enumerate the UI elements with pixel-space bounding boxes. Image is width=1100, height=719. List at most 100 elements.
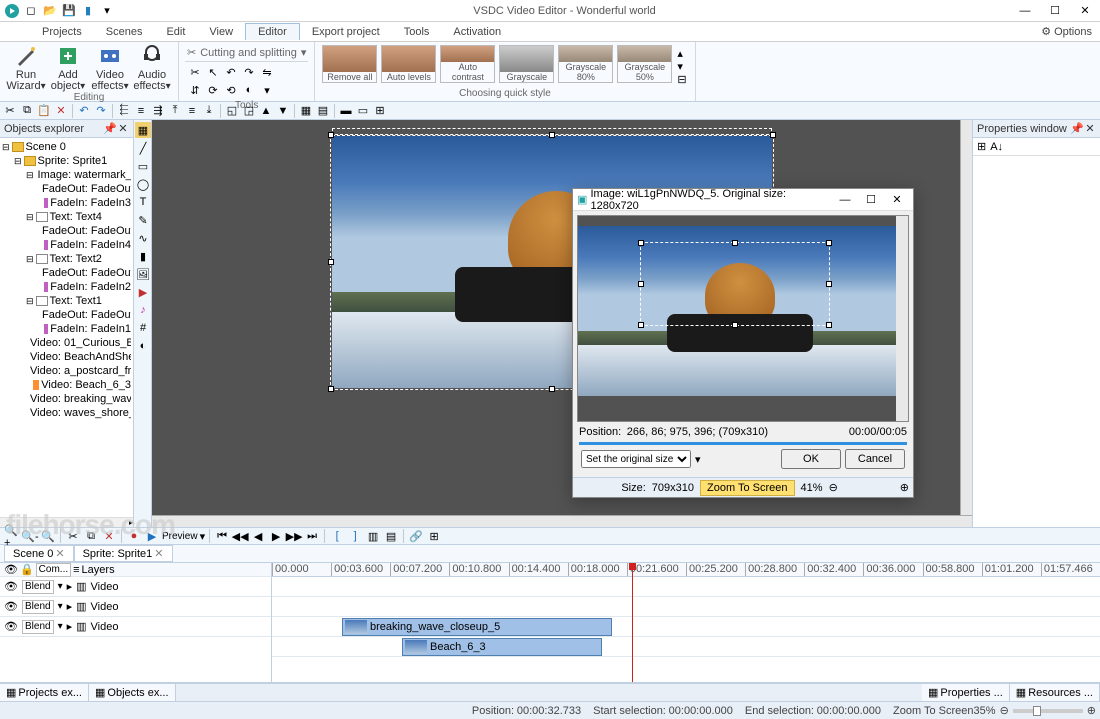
- style-expand-icon[interactable]: ⊟: [677, 73, 686, 86]
- tab-editor[interactable]: Editor: [245, 23, 300, 40]
- tab-scenes[interactable]: Scenes: [94, 24, 155, 40]
- panel-close-icon[interactable]: ✕: [117, 122, 129, 135]
- dialog-zoom-to-screen[interactable]: Zoom To Screen: [700, 480, 795, 496]
- dialog-size-dropdown-icon[interactable]: ▾: [695, 453, 701, 466]
- tl-rec-icon[interactable]: ●: [126, 529, 142, 543]
- ok-button[interactable]: OK: [781, 449, 841, 469]
- style-grayscale-80[interactable]: Grayscale 80%: [558, 45, 613, 83]
- tree-node[interactable]: FadeIn: FadeIn4: [2, 238, 131, 252]
- cancel-button[interactable]: Cancel: [845, 449, 905, 469]
- vt-pen-icon[interactable]: ✎: [135, 212, 151, 228]
- vt-video-icon[interactable]: ▶: [135, 284, 151, 300]
- tab-close-icon[interactable]: ✕: [55, 547, 64, 560]
- dialog-zoom-in-icon[interactable]: ⊕: [900, 481, 909, 494]
- track-row[interactable]: [272, 597, 1100, 617]
- track-header-row[interactable]: 👁Blend▾▸▥Video: [0, 577, 271, 597]
- panel-close-icon[interactable]: ✕: [1084, 122, 1096, 135]
- tree-node[interactable]: ⊟Image: watermark_1: [2, 168, 131, 182]
- zoom-slider[interactable]: [1013, 709, 1083, 713]
- bottom-tab-properties[interactable]: ▦Properties ...: [922, 684, 1010, 701]
- run-wizard-button[interactable]: RunWizard▾: [6, 44, 46, 92]
- tl-first-icon[interactable]: ⏮: [214, 529, 230, 543]
- tab-view[interactable]: View: [197, 24, 245, 40]
- tb-delete-icon[interactable]: ✕: [53, 104, 69, 118]
- tb-group-icon[interactable]: ▦: [298, 104, 314, 118]
- preview-label[interactable]: Preview: [162, 531, 198, 542]
- close-button[interactable]: ✕: [1070, 0, 1100, 22]
- zoom-out-icon[interactable]: 🔍-: [22, 529, 38, 543]
- tool-more-icon[interactable]: ▾: [259, 82, 275, 98]
- track-eye-icon[interactable]: 👁: [4, 580, 18, 593]
- tab-edit[interactable]: Edit: [154, 24, 197, 40]
- qat-dropdown-icon[interactable]: ▾: [99, 3, 115, 19]
- zoom-out-icon[interactable]: ⊖: [1000, 704, 1009, 717]
- tool-rotate-right-icon[interactable]: ↷: [241, 64, 257, 80]
- tl-link-icon[interactable]: 🔗: [408, 529, 424, 543]
- track-expand-icon[interactable]: ▸: [67, 580, 73, 593]
- tool-crop-icon[interactable]: ✂: [187, 64, 203, 80]
- tl-markin-icon[interactable]: [: [329, 529, 345, 543]
- vt-sprite-icon[interactable]: ◐: [135, 338, 151, 354]
- playhead[interactable]: [632, 563, 633, 682]
- tree-node[interactable]: FadeOut: FadeOut: [2, 266, 131, 280]
- tl-copy-icon[interactable]: ⧉: [83, 529, 99, 543]
- tab-close-icon[interactable]: ✕: [154, 547, 163, 560]
- tb-fill-icon[interactable]: ▬: [338, 104, 354, 118]
- dialog-zoom-out-icon[interactable]: ⊖: [829, 481, 838, 494]
- tb-redo-icon[interactable]: ↷: [93, 104, 109, 118]
- dialog-minimize-button[interactable]: —: [833, 191, 857, 209]
- tree-node[interactable]: FadeIn: FadeIn2: [2, 280, 131, 294]
- tool-ccw-icon[interactable]: ⟲: [223, 82, 239, 98]
- qat-save-icon[interactable]: 💾: [61, 3, 77, 19]
- tree-node[interactable]: Video: BeachAndShell: [2, 350, 131, 364]
- lock-icon[interactable]: 🔒: [20, 563, 34, 576]
- style-auto-levels[interactable]: Auto levels: [381, 45, 436, 83]
- layers-icon[interactable]: ≡: [73, 564, 79, 576]
- qat-new-icon[interactable]: ◻: [23, 3, 39, 19]
- eye-icon[interactable]: 👁: [4, 563, 18, 576]
- tl-play-icon[interactable]: ▶: [144, 529, 160, 543]
- maximize-button[interactable]: ☐: [1040, 0, 1070, 22]
- dialog-maximize-button[interactable]: ☐: [859, 191, 883, 209]
- props-cat-icon[interactable]: ⊞: [977, 140, 986, 153]
- qat-open-icon[interactable]: 📂: [42, 3, 58, 19]
- tb-down-icon[interactable]: ▼: [275, 104, 291, 118]
- track-expand-icon[interactable]: ▸: [67, 600, 73, 613]
- audio-effects-button[interactable]: Audioeffects▾: [132, 44, 172, 92]
- dialog-v-scrollbar[interactable]: [896, 216, 908, 421]
- tree-node[interactable]: ⊟Text: Text1: [2, 294, 131, 308]
- style-grayscale-50[interactable]: Grayscale 50%: [617, 45, 672, 83]
- tree-node[interactable]: Video: 01_Curious_Bir: [2, 336, 131, 350]
- cutting-label[interactable]: Cutting and splitting: [200, 47, 297, 59]
- canvas-h-scrollbar[interactable]: [152, 515, 972, 527]
- canvas-v-scrollbar[interactable]: [960, 120, 972, 515]
- tb-undo-icon[interactable]: ↶: [76, 104, 92, 118]
- minimize-button[interactable]: —: [1010, 0, 1040, 22]
- tool-pointer-icon[interactable]: ↖: [205, 64, 221, 80]
- tb-front-icon[interactable]: ◱: [224, 104, 240, 118]
- tree-node[interactable]: Video: breaking_wave: [2, 392, 131, 406]
- tb-cut-icon[interactable]: ✂: [2, 104, 18, 118]
- tool-flip-h-icon[interactable]: ⇋: [259, 64, 275, 80]
- status-zoom-to-screen[interactable]: Zoom To Screen: [893, 705, 974, 717]
- tool-flip-v-icon[interactable]: ⇵: [187, 82, 203, 98]
- style-scroll-up-icon[interactable]: ▴: [677, 47, 686, 60]
- tb-align-bot-icon[interactable]: ⤓: [201, 104, 217, 118]
- blend-mode-select[interactable]: Blend: [22, 600, 54, 614]
- tb-back-icon[interactable]: ◲: [241, 104, 257, 118]
- tb-align-mid-icon[interactable]: ≡: [184, 104, 200, 118]
- tree-node[interactable]: ⊟Text: Text2: [2, 252, 131, 266]
- vt-counter-icon[interactable]: #: [135, 320, 151, 336]
- dialog-close-button[interactable]: ✕: [885, 191, 909, 209]
- vt-chart-icon[interactable]: ▮: [135, 248, 151, 264]
- tab-export[interactable]: Export project: [300, 24, 392, 40]
- tree-node[interactable]: FadeOut: FadeOut: [2, 182, 131, 196]
- tb-align-top-icon[interactable]: ⤒: [167, 104, 183, 118]
- tl-nextf-icon[interactable]: ▶▶: [286, 529, 302, 543]
- tb-align-center-icon[interactable]: ≡: [133, 104, 149, 118]
- timeline-tab-scene[interactable]: Scene 0✕: [4, 545, 74, 562]
- bottom-tab-resources[interactable]: ▦Resources ...: [1010, 684, 1100, 701]
- dialog-selection[interactable]: [640, 242, 830, 326]
- timeline-clip[interactable]: Beach_6_3: [402, 638, 602, 656]
- tree-node[interactable]: ⊟Text: Text4: [2, 210, 131, 224]
